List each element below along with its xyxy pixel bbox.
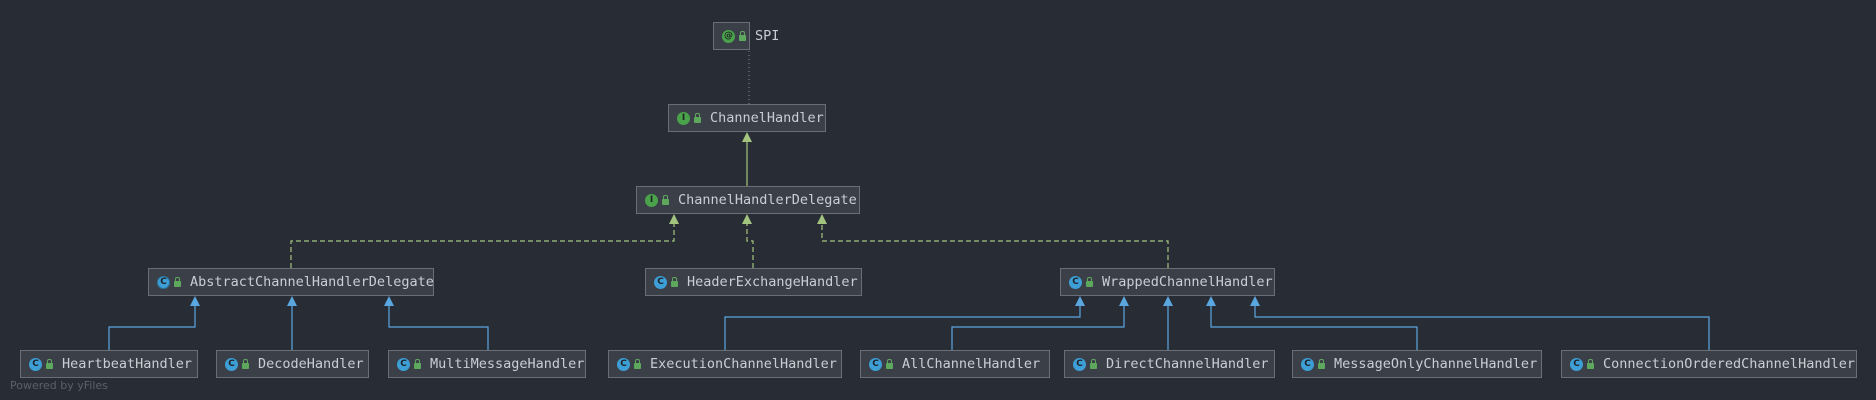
class-icon: C bbox=[869, 357, 882, 371]
edge-all-channel-handler-to-wrapped-channel-handler bbox=[951, 306, 1125, 350]
diagram-edges bbox=[108, 50, 1710, 350]
class-icon: C bbox=[29, 357, 42, 371]
node-heartbeat-handler[interactable]: C HeartbeatHandler bbox=[20, 350, 198, 378]
node-direct-channel-handler[interactable]: C DirectChannelHandler bbox=[1064, 350, 1275, 378]
edge-connection-ordered-channel-handler-to-wrapped-channel-handler-arrowhead bbox=[1250, 296, 1260, 306]
edge-message-only-channel-handler-to-wrapped-channel-handler-arrowhead bbox=[1206, 296, 1216, 306]
edge-execution-channel-handler-to-wrapped-channel-handler bbox=[724, 306, 1081, 350]
node-channel-handler-delegate[interactable]: I ChannelHandlerDelegate bbox=[636, 186, 860, 214]
edge-direct-channel-handler-to-wrapped-channel-handler-arrowhead bbox=[1163, 296, 1173, 306]
edge-all-channel-handler-to-wrapped-channel-handler-arrowhead bbox=[1119, 296, 1129, 306]
visibility-public-icon bbox=[739, 31, 746, 41]
node-connection-ordered-channel-handler[interactable]: C ConnectionOrderedChannelHandler bbox=[1561, 350, 1857, 378]
class-icon: C bbox=[654, 275, 667, 289]
edge-execution-channel-handler-to-wrapped-channel-handler-arrowhead bbox=[1075, 296, 1085, 306]
visibility-public-icon bbox=[1090, 359, 1097, 369]
node-label: WrappedChannelHandler bbox=[1102, 274, 1273, 290]
edge-wrapped-channel-handler-to-channel-handler-delegate bbox=[821, 224, 1169, 268]
node-decode-handler[interactable]: C DecodeHandler bbox=[216, 350, 369, 378]
interface-icon: I bbox=[677, 111, 690, 125]
visibility-public-icon bbox=[1587, 359, 1594, 369]
visibility-public-icon bbox=[634, 359, 641, 369]
annotation-icon: @ bbox=[722, 29, 735, 43]
visibility-public-icon bbox=[46, 359, 53, 369]
node-all-channel-handler[interactable]: C AllChannelHandler bbox=[860, 350, 1050, 378]
visibility-public-icon bbox=[414, 359, 421, 369]
interface-icon: I bbox=[645, 193, 658, 207]
edge-heartbeat-handler-to-abstract-channel-handler-delegate bbox=[108, 306, 196, 350]
edge-header-exchange-handler-to-channel-handler-delegate-arrowhead bbox=[742, 214, 752, 224]
node-execution-channel-handler[interactable]: C ExecutionChannelHandler bbox=[608, 350, 842, 378]
node-wrapped-channel-handler[interactable]: C WrappedChannelHandler bbox=[1060, 268, 1275, 296]
class-icon: C bbox=[1073, 357, 1086, 371]
edge-connection-ordered-channel-handler-to-wrapped-channel-handler bbox=[1254, 306, 1710, 350]
visibility-public-icon bbox=[1086, 277, 1093, 287]
class-icon: C bbox=[225, 357, 238, 371]
class-icon: C bbox=[397, 357, 410, 371]
visibility-public-icon bbox=[694, 113, 701, 123]
edge-multi-message-handler-to-abstract-channel-handler-delegate-arrowhead bbox=[384, 296, 394, 306]
edge-message-only-channel-handler-to-wrapped-channel-handler bbox=[1210, 306, 1418, 350]
edge-abstract-channel-handler-delegate-to-channel-handler-delegate bbox=[290, 224, 675, 268]
node-label: DecodeHandler bbox=[258, 356, 364, 372]
visibility-public-icon bbox=[1318, 359, 1325, 369]
node-multi-message-handler[interactable]: C MultiMessageHandler bbox=[388, 350, 586, 378]
class-icon: C bbox=[1069, 275, 1082, 289]
node-label: AllChannelHandler bbox=[902, 356, 1041, 372]
visibility-public-icon bbox=[886, 359, 893, 369]
node-label: ConnectionOrderedChannelHandler bbox=[1603, 356, 1855, 372]
edge-heartbeat-handler-to-abstract-channel-handler-delegate-arrowhead bbox=[190, 296, 200, 306]
edge-decode-handler-to-abstract-channel-handler-delegate-arrowhead bbox=[287, 296, 297, 306]
node-label: MessageOnlyChannelHandler bbox=[1334, 356, 1538, 372]
visibility-public-icon bbox=[671, 277, 678, 287]
node-label: MultiMessageHandler bbox=[430, 356, 585, 372]
edge-channel-handler-delegate-to-channel-handler-arrowhead bbox=[742, 132, 752, 142]
class-icon: C bbox=[617, 357, 630, 371]
class-icon: C bbox=[1570, 357, 1583, 371]
visibility-public-icon bbox=[174, 277, 181, 287]
node-abstract-channel-handler-delegate[interactable]: C AbstractChannelHandlerDelegate bbox=[148, 268, 434, 296]
watermark: Powered by yFiles bbox=[10, 379, 108, 392]
abstract-class-icon: C bbox=[157, 275, 170, 289]
edge-wrapped-channel-handler-to-channel-handler-delegate-arrowhead bbox=[817, 214, 827, 224]
visibility-public-icon bbox=[242, 359, 249, 369]
node-label: HeartbeatHandler bbox=[62, 356, 193, 372]
edge-abstract-channel-handler-delegate-to-channel-handler-delegate-arrowhead bbox=[669, 214, 679, 224]
node-spi[interactable]: @ SPI bbox=[713, 22, 779, 50]
node-message-only-channel-handler[interactable]: C MessageOnlyChannelHandler bbox=[1292, 350, 1542, 378]
node-channel-handler[interactable]: I ChannelHandler bbox=[668, 104, 826, 132]
node-label: ExecutionChannelHandler bbox=[650, 356, 837, 372]
node-label: HeaderExchangeHandler bbox=[687, 274, 858, 290]
node-label: DirectChannelHandler bbox=[1106, 356, 1269, 372]
edge-header-exchange-handler-to-channel-handler-delegate bbox=[746, 224, 754, 268]
node-label: ChannelHandlerDelegate bbox=[678, 192, 857, 208]
node-label: AbstractChannelHandlerDelegate bbox=[190, 274, 434, 290]
node-label: ChannelHandler bbox=[710, 110, 824, 126]
class-icon: C bbox=[1301, 357, 1314, 371]
visibility-public-icon bbox=[662, 195, 669, 205]
edge-multi-message-handler-to-abstract-channel-handler-delegate bbox=[388, 306, 489, 350]
node-header-exchange-handler[interactable]: C HeaderExchangeHandler bbox=[645, 268, 862, 296]
node-label: SPI bbox=[755, 28, 780, 44]
